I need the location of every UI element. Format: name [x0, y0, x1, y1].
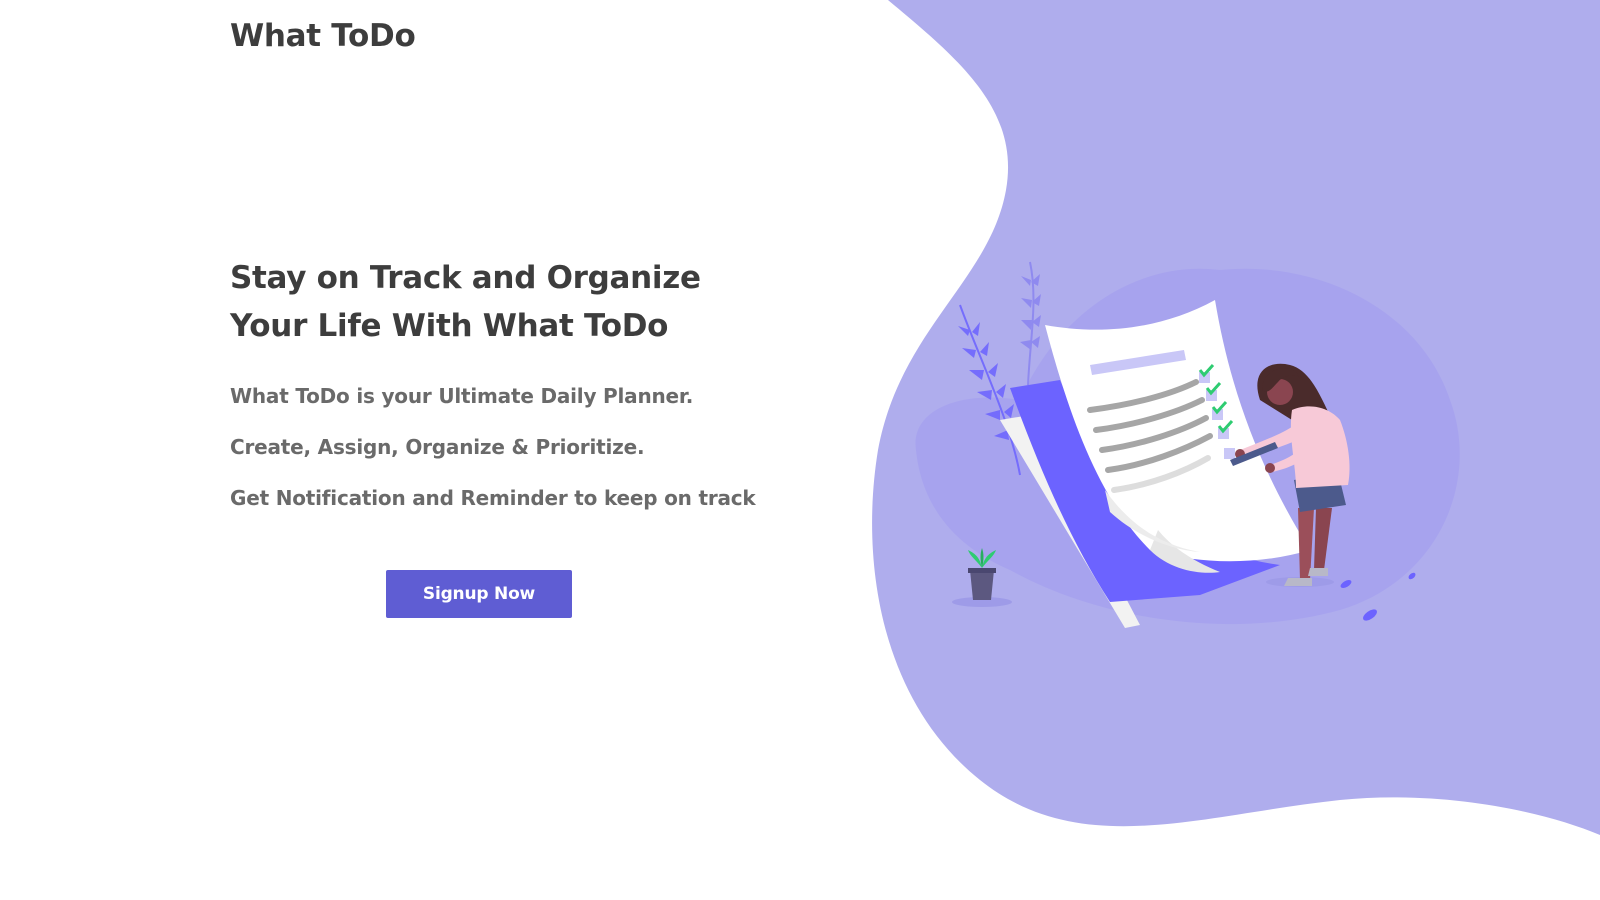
tagline-planner: What ToDo is your Ultimate Daily Planner…	[230, 384, 694, 408]
tagline-notifications: Get Notification and Reminder to keep on…	[230, 486, 756, 510]
tagline-features: Create, Assign, Organize & Prioritize.	[230, 435, 645, 459]
todo-checklist-illustration	[915, 261, 1460, 628]
landing-page: What ToDo Stay on Track and Organize You…	[0, 0, 1600, 900]
potted-plant-icon	[968, 548, 996, 600]
signup-now-button[interactable]: Signup Now	[386, 570, 572, 618]
logo[interactable]: What ToDo	[230, 18, 416, 54]
hero-title-line-1: Stay on Track and Organize	[230, 260, 701, 296]
hero-title: Stay on Track and Organize Your Life Wit…	[230, 254, 750, 350]
hero-title-line-2: Your Life With What ToDo	[230, 308, 669, 344]
